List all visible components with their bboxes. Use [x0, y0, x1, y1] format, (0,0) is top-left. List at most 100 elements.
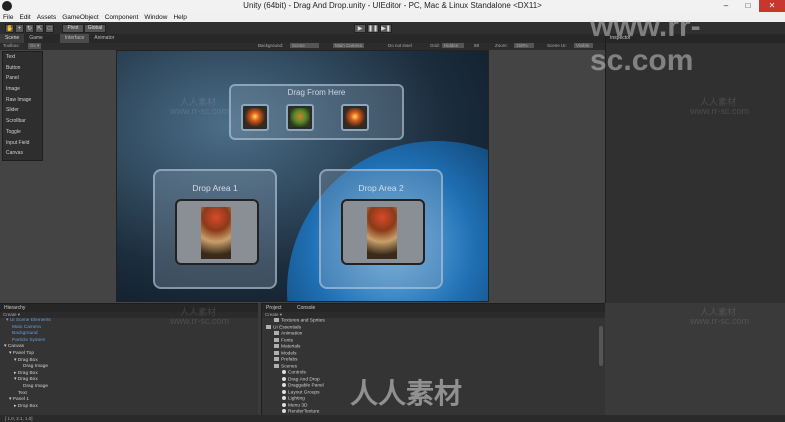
drop-image [367, 207, 397, 259]
hierarchy-tree: ▾ UI Scene Elements Main Camera Background… [0, 318, 258, 410]
folder-icon [274, 363, 279, 368]
scene-icon [282, 370, 286, 374]
project-row-label: Textures and Sprites [281, 318, 325, 324]
window-title: Unity (64bit) - Drag And Drop.unity - UI… [243, 1, 542, 10]
drop-box[interactable] [175, 199, 259, 265]
drag-image[interactable] [245, 108, 265, 127]
game-canvas-preview[interactable]: Drag From Here Drop Area 1 Drop Area 2 [116, 50, 489, 302]
play-icon[interactable]: ▶ [354, 23, 366, 33]
drop-area-2-label: Drop Area 2 [358, 183, 404, 193]
grid-label: Grid: [430, 43, 440, 48]
folder-icon [274, 350, 279, 355]
hierarchy-row[interactable]: ▸ Drag Box [0, 371, 258, 378]
menu-assets[interactable]: Assets [37, 14, 57, 21]
drop-area-1: Drop Area 1 [153, 169, 277, 289]
global-button[interactable]: Global [84, 23, 106, 33]
project-scrollbar[interactable] [599, 326, 603, 366]
hierarchy-row[interactable]: Drag Image [0, 384, 258, 391]
toolbox-item-slider[interactable]: Slider [3, 105, 42, 116]
watermark-text: www.rr-sc.com [170, 106, 229, 116]
hierarchy-row[interactable]: Drag Image [0, 364, 258, 371]
drop-area-2: Drop Area 2 [319, 169, 443, 289]
scene-icon [282, 402, 286, 407]
toolbox-item-input-field[interactable]: Input Field [3, 138, 42, 149]
menu-window[interactable]: Window [144, 14, 167, 21]
project-row-label: Draggable Panel [288, 383, 324, 389]
move-tool-icon[interactable]: + [15, 23, 24, 33]
background-label: Background: [258, 43, 284, 48]
hierarchy-row[interactable]: Background [0, 331, 258, 338]
menu-file[interactable]: File [3, 14, 13, 21]
watermark-text: www.rr-sc.com [690, 106, 749, 116]
toolbox-item-scrollbar[interactable]: Scrollbar [3, 116, 42, 127]
scene-icon [282, 376, 286, 381]
hierarchy-row[interactable]: ▾ Canvas [0, 344, 258, 351]
grid-size[interactable]: 88 [474, 43, 479, 48]
rect-tool-icon[interactable]: □ [45, 23, 54, 33]
scene-options-bar: Toolbox: Gc ▾ Background: Scene Main Cam… [0, 43, 605, 50]
menu-component[interactable]: Component [105, 14, 139, 21]
tab-console[interactable]: Console [297, 305, 315, 311]
hierarchy-row[interactable]: ▸ Drop Box [0, 404, 258, 411]
drag-image[interactable] [345, 108, 365, 127]
toolbox-item-canvas[interactable]: Canvas [3, 148, 42, 159]
toolbox-item-panel[interactable]: Panel [3, 73, 42, 84]
step-icon[interactable]: ▶❚ [380, 23, 392, 33]
scene-tabs: Scene Game Interface Animator [0, 34, 605, 43]
menu-help[interactable]: Help [173, 14, 186, 21]
hand-tool-icon[interactable]: ✋ [5, 23, 14, 33]
scene-icon [282, 383, 286, 387]
pivot-button[interactable]: Pivot [62, 23, 84, 33]
toolbox-item-raw-image[interactable]: Raw Image [3, 95, 42, 106]
grid-dropdown[interactable]: Hidden [442, 43, 465, 48]
drag-box[interactable] [241, 104, 269, 131]
insert-toggle[interactable]: Do not insel [388, 43, 412, 48]
hierarchy-row[interactable]: Text [0, 391, 258, 398]
tab-scene[interactable]: Scene [0, 34, 25, 43]
drag-box[interactable] [286, 104, 314, 131]
toolbox-dropdown[interactable]: Gc ▾ [28, 43, 42, 49]
folder-icon [274, 357, 279, 361]
pause-icon[interactable]: ❚❚ [367, 23, 379, 33]
scale-tool-icon[interactable]: ⇱ [35, 23, 44, 33]
watermark-logo: 人人素材 [350, 378, 463, 409]
camera-dropdown[interactable]: Main Camera [333, 43, 365, 48]
drag-from-panel: Drag From Here [229, 84, 404, 140]
status-bar: [ 1.0, 2.1, 1.0] [0, 415, 785, 422]
drag-from-label: Drag From Here [287, 88, 346, 97]
project-row-label: RenderTexture [288, 409, 320, 415]
tab-game[interactable]: Game [24, 34, 48, 43]
project-row-label: Animation [281, 331, 303, 337]
folder-icon [274, 337, 279, 342]
toolbox-item-text[interactable]: Text [3, 52, 42, 63]
tab-animator[interactable]: Animator [89, 34, 119, 43]
hierarchy-row[interactable]: ▾ Drag Box [0, 377, 258, 384]
toolbox-item-image[interactable]: Image [3, 84, 42, 95]
folder-icon [266, 324, 271, 329]
toolbox-item-button[interactable]: Button [3, 63, 42, 74]
drop-image [201, 207, 231, 259]
project-row-label: Fonts [281, 337, 293, 343]
folder-icon [274, 318, 279, 322]
project-row-label: Controls [288, 370, 306, 376]
zoom-dropdown[interactable]: 150% [514, 43, 534, 48]
drag-box[interactable] [341, 104, 369, 131]
tab-hierarchy[interactable]: Hierarchy [0, 304, 258, 312]
drop-box[interactable] [341, 199, 425, 265]
folder-icon [274, 344, 279, 348]
toolbox-item-toggle[interactable]: Toggle [3, 127, 42, 138]
background-dropdown[interactable]: Scene [290, 43, 319, 48]
menu-gameobject[interactable]: GameObject [62, 14, 99, 21]
rotate-tool-icon[interactable]: ↻ [25, 23, 34, 33]
tab-project[interactable]: Project [266, 305, 282, 311]
hierarchy-row[interactable]: Particle System [0, 338, 258, 345]
hierarchy-row[interactable]: ▾ Panel 1 [0, 397, 258, 404]
project-row-label: Materials [281, 344, 301, 350]
tab-interface[interactable]: Interface [59, 34, 90, 43]
toolbox-label: Toolbox: [3, 43, 20, 48]
menu-edit[interactable]: Edit [19, 14, 30, 21]
drag-image[interactable] [290, 108, 310, 127]
hierarchy-row[interactable]: ▾ Panel Top [0, 351, 258, 358]
watermark-text: www.rr-sc.com [170, 316, 229, 326]
project-row-label: Models [281, 350, 297, 356]
